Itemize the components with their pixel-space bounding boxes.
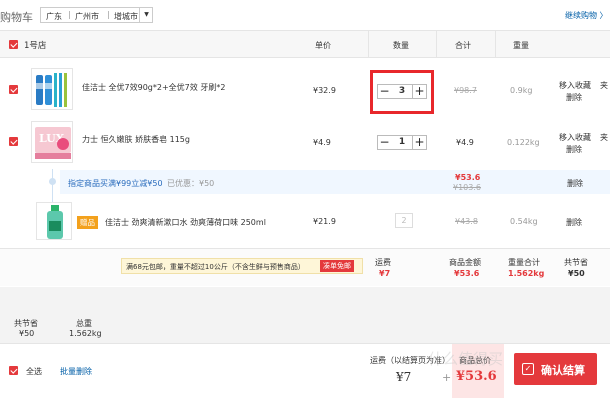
item-weight: 0.54kg	[510, 217, 538, 226]
product-name[interactable]: 佳洁士 全优7效90g*2+全优7效 牙刷*2	[82, 82, 225, 93]
item-total: ¥98.7	[454, 86, 477, 95]
select-all-checkbox[interactable]	[9, 366, 18, 375]
address-city: 广州市	[75, 12, 99, 21]
page-title: 购物车	[0, 11, 33, 24]
delete-link[interactable]: 删除	[566, 92, 582, 103]
free-shipping-text: 满68元包邮，重量不超过10公斤（不含生鲜与预售商品）	[126, 263, 305, 271]
item-total: ¥43.8	[455, 217, 478, 226]
mouthwash-icon	[47, 205, 63, 239]
promo-row: 指定商品买满¥99立减¥50 已优惠：¥50 ¥53.6 ¥103.6 删除	[60, 170, 610, 194]
column-divider	[368, 31, 369, 57]
move-to-favorites-link-cont[interactable]: 夹	[600, 80, 608, 91]
shop-checkbox[interactable]	[9, 40, 18, 49]
chevron-down-icon[interactable]: ▼	[139, 7, 153, 23]
gift-tag: 赠品	[77, 216, 98, 229]
promo-price-old: ¥103.6	[453, 183, 481, 192]
tree-dot-icon	[49, 178, 56, 185]
batch-delete-link[interactable]: 批量删除	[60, 366, 92, 377]
weight-total-label: 重量合计	[508, 258, 540, 267]
checkout-button[interactable]: ✓ 确认结算	[514, 353, 597, 385]
freight-value-footer: ¥7	[396, 370, 412, 384]
decrease-qty-button[interactable]: −	[377, 84, 392, 99]
decrease-qty-button[interactable]: −	[377, 135, 392, 150]
promo-delete-link[interactable]: 删除	[567, 178, 583, 189]
amount-label: 商品金额	[449, 258, 481, 267]
saved-value: ¥50	[568, 269, 585, 278]
quantity-highlight-box: − 3 +	[370, 70, 434, 114]
move-to-favorites-link[interactable]: 移入收藏	[559, 132, 591, 143]
item-total: ¥4.9	[456, 138, 474, 147]
promo-discount: 已优惠：¥50	[167, 179, 215, 188]
weight-total-value: 1.562kg	[508, 269, 545, 278]
total-saved-label: 共节省	[14, 319, 38, 328]
totals-block: 共节省 ¥50 总重 1.562kg	[0, 312, 610, 342]
address-district: 增城市	[114, 12, 138, 21]
product-image-mouthwash[interactable]	[36, 202, 72, 240]
table-header-row: 1号店 单价 数量 合计 重量	[0, 30, 610, 58]
increase-qty-button[interactable]: +	[412, 84, 427, 99]
table-row: 佳洁士 全优7效90g*2+全优7效 牙刷*2 ¥32.9 − 3 + ¥98.…	[0, 58, 610, 118]
checkout-label: 确认结算	[541, 364, 585, 377]
product-price: ¥4.9	[313, 138, 331, 147]
column-divider	[436, 31, 437, 57]
column-header-qty: 数量	[393, 41, 409, 50]
add-items-label: 凑单免邮	[323, 262, 351, 270]
checkout-icon: ✓	[522, 363, 534, 375]
address-province: 广东	[46, 12, 62, 21]
cart-table: 1号店 单价 数量 合计 重量 佳洁士 全优7效90g*2+全优7效 牙刷*2 …	[0, 30, 610, 287]
product-image-toothpaste[interactable]	[31, 68, 73, 110]
shop-summary-row: 满68元包邮，重量不超过10公斤（不含生鲜与预售商品） 凑单免邮 运费 ¥7 商…	[0, 248, 610, 286]
move-to-favorites-link-cont[interactable]: 夹	[600, 132, 608, 143]
promo-text: 指定商品买满¥99立减¥50	[68, 179, 163, 188]
free-shipping-notice: 满68元包邮，重量不超过10公斤（不含生鲜与预售商品） 凑单免邮	[121, 258, 363, 274]
soap-icon: LUX	[35, 127, 71, 159]
saved-label: 共节省	[564, 258, 588, 267]
select-all-label[interactable]: 全选	[26, 366, 42, 377]
quantity-value[interactable]: 3	[391, 84, 413, 99]
freight-label: 运费	[375, 258, 391, 267]
watermark-text: 什么值得买	[428, 350, 504, 368]
shop-name: 1号店	[24, 41, 47, 51]
column-header-weight: 重量	[513, 41, 529, 50]
product-price: ¥32.9	[313, 86, 336, 95]
promo-price-new: ¥53.6	[455, 173, 481, 182]
delete-link[interactable]: 删除	[566, 144, 582, 155]
delete-link[interactable]: 删除	[566, 217, 582, 228]
total-saved-value: ¥50	[19, 329, 35, 338]
column-header-price: 单价	[315, 41, 331, 50]
address-selector[interactable]: 广东 | 广州市 | 增城市 ▼	[40, 7, 153, 23]
freight-value: ¥7	[379, 269, 391, 278]
checkout-bar: 全选 批量删除 运费（以结算页为准） ¥7 + 商品总价 ¥53.6 ✓ 确认结…	[0, 343, 610, 398]
total-weight-value: 1.562kg	[69, 329, 102, 338]
amount-value-footer: ¥53.6	[456, 369, 497, 384]
item-weight: 0.122kg	[507, 138, 540, 147]
address-divider: |	[107, 10, 110, 19]
product-name[interactable]: 佳洁士 劲爽清新漱口水 劲爽薄荷口味 250ml	[105, 217, 266, 228]
total-weight-label: 总重	[76, 319, 92, 328]
table-row: 赠品 佳洁士 劲爽清新漱口水 劲爽薄荷口味 250ml ¥21.9 2 ¥43.…	[0, 196, 610, 246]
product-image-soap[interactable]: LUX	[31, 121, 73, 163]
move-to-favorites-link[interactable]: 移入收藏	[559, 80, 591, 91]
column-divider	[495, 31, 496, 57]
item-checkbox[interactable]	[9, 85, 18, 94]
item-weight: 0.9kg	[510, 86, 533, 95]
item-checkbox[interactable]	[9, 137, 18, 146]
product-name[interactable]: 力士 恒久嫩肤 娇肤香皂 115g	[82, 134, 190, 145]
top-bar: 购物车 广东 | 广州市 | 增城市 ▼ 继续购物 〉	[0, 0, 610, 30]
amount-value: ¥53.6	[454, 269, 480, 278]
plus-sign: +	[442, 371, 452, 384]
product-price: ¥21.9	[313, 217, 336, 226]
add-items-button[interactable]: 凑单免邮	[320, 260, 354, 272]
toothpaste-icon	[36, 73, 67, 107]
address-divider: |	[68, 10, 71, 19]
continue-shopping-link[interactable]: 继续购物 〉	[565, 10, 608, 21]
column-header-total: 合计	[455, 41, 471, 50]
quantity-value[interactable]: 1	[391, 135, 413, 150]
increase-qty-button[interactable]: +	[412, 135, 427, 150]
table-row: LUX 力士 恒久嫩肤 娇肤香皂 115g ¥4.9 − 1 + ¥4.9 0.…	[0, 118, 610, 168]
quantity-value-disabled: 2	[395, 213, 413, 228]
